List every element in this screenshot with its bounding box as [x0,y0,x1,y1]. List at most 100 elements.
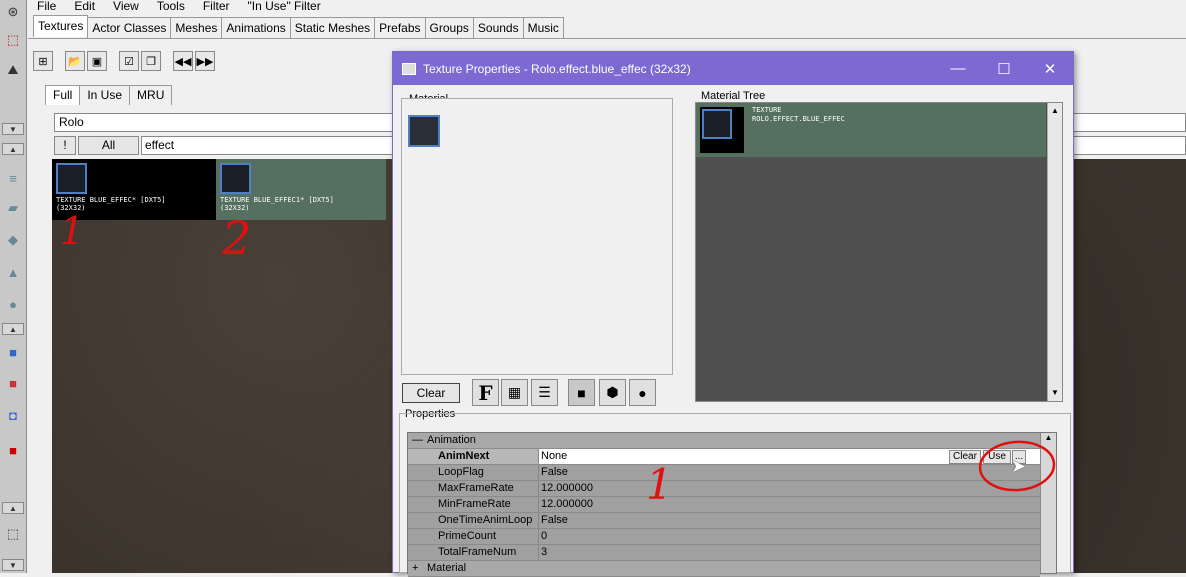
dialog-title: Texture Properties - Rolo.effect.blue_ef… [423,61,691,76]
sheet-icon[interactable]: ▰ [2,198,24,218]
menu-filter[interactable]: Filter [194,0,239,15]
menu-view[interactable]: View [104,0,148,15]
tree-node-type: TEXTURE [752,106,782,114]
property-row[interactable]: MinFrameRate 12.000000 [408,497,1040,513]
tab-divider [28,38,1186,39]
property-row[interactable]: LoopFlag False [408,465,1040,481]
select-tool-icon[interactable]: ⬚ [2,30,24,50]
duplicate-icon[interactable]: ❐ [141,51,161,71]
clear-button[interactable]: Clear [402,383,460,403]
annotation-2: 2 [222,211,252,265]
checker-icon[interactable]: ▦ [501,379,528,406]
properties-icon[interactable]: ☑ [119,51,139,71]
menu-in-use-filter[interactable]: "In Use" Filter [239,0,330,15]
plane-view-icon[interactable]: ■ [568,379,595,406]
scroll-down-icon[interactable]: ▼ [1048,385,1062,401]
expand-icon-3[interactable]: ▲ [2,502,24,514]
tab-sounds[interactable]: Sounds [472,17,524,38]
material-preview-panel [401,98,673,375]
expand-icon-2[interactable]: ▲ [2,323,24,335]
terrain-tool-icon[interactable]: ⛰ [2,60,24,80]
menu-edit[interactable]: Edit [65,0,104,15]
title-bar[interactable]: Texture Properties - Rolo.effect.blue_ef… [393,52,1073,85]
tab-actor-classes[interactable]: Actor Classes [87,17,172,38]
camera-icon[interactable]: ⬚ [2,524,24,544]
property-name: AnimNext [438,450,490,462]
property-value[interactable]: False [538,513,1040,528]
property-value[interactable]: 3 [538,545,1040,560]
texture-preview [220,163,251,194]
tab-full[interactable]: Full [45,85,81,105]
property-row[interactable]: TotalFrameNum 3 [408,545,1040,561]
plane-icon[interactable]: ◆ [2,230,24,250]
tree-node-name: ROLO.EFFECT.BLUE_EFFEC [752,115,845,123]
tab-mru[interactable]: MRU [129,85,173,105]
property-value[interactable]: 12.000000 [538,481,1040,496]
scroll-up-icon[interactable]: ▲ [1048,103,1062,119]
tab-prefabs[interactable]: Prefabs [374,17,426,38]
category-material[interactable]: + Material [408,561,1040,577]
save-icon[interactable]: ▣ [87,51,107,71]
annotation-3: 1 [646,460,673,509]
annotation-1: 1 [60,209,85,253]
tab-static-meshes[interactable]: Static Meshes [289,17,376,38]
prev-icon[interactable]: ◀◀ [173,51,193,71]
tab-meshes[interactable]: Meshes [170,17,223,38]
browser-tabs: Textures Actor Classes Meshes Animations… [33,15,564,38]
collapse-icon[interactable]: ▼ [2,123,24,135]
tab-groups[interactable]: Groups [424,17,474,38]
tab-music[interactable]: Music [522,17,564,38]
menu-file[interactable]: File [28,0,65,15]
collapse-icon-2[interactable]: ▼ [2,559,24,571]
property-row[interactable]: MaxFrameRate 12.000000 [408,481,1040,497]
all-button[interactable]: All [78,136,139,155]
stairs-icon[interactable]: ≡ [2,168,24,188]
sphere-icon[interactable]: ● [2,294,24,314]
expand-icon[interactable]: ▲ [2,143,24,155]
property-grid[interactable]: — Animation AnimNext None Clear Use ... … [407,432,1057,577]
static-mesh-icon[interactable]: ■ [2,440,24,460]
material-tree[interactable]: TEXTURE ROLO.EFFECT.BLUE_EFFEC ▲ ▼ [695,102,1063,402]
tree-icon[interactable]: ⊞ [33,51,53,71]
category-animation[interactable]: — Animation [408,433,1040,449]
property-value[interactable]: False [538,465,1040,480]
font-icon[interactable]: F [472,379,499,406]
menu-tools[interactable]: Tools [148,0,194,15]
tab-in-use[interactable]: In Use [79,85,131,105]
tree-node-thumb [700,107,744,153]
mover-icon[interactable]: ◘ [2,405,24,425]
next-icon[interactable]: ▶▶ [195,51,215,71]
tree-scrollbar[interactable]: ▲ ▼ [1047,103,1062,401]
cone-icon[interactable]: ▲ [2,262,24,282]
tree-node[interactable]: TEXTURE ROLO.EFFECT.BLUE_EFFEC [696,103,1046,157]
property-name: LoopFlag [438,466,484,478]
cube-view-icon[interactable]: ⬢ [599,379,626,406]
property-row[interactable]: OneTimeAnimLoop False [408,513,1040,529]
property-value[interactable]: 12.000000 [538,497,1040,512]
close-icon[interactable]: ✕ [1027,60,1073,78]
browser-toolbar: ⊞ 📂 ▣ ☑ ❐ ◀◀ ▶▶ [33,51,215,73]
expand-icon[interactable]: + [412,561,418,576]
collapse-icon[interactable]: — [412,433,423,448]
layers-icon[interactable]: ☰ [531,379,558,406]
thumb-label: TEXTURE BLUE_EFFEC1* [DXT5] [220,196,334,204]
property-row[interactable]: PrimeCount 0 [408,529,1040,545]
texture-properties-dialog: Texture Properties - Rolo.effect.blue_ef… [392,51,1074,577]
add-brush-icon[interactable]: ■ [2,342,24,362]
mouse-cursor-icon: ➤ [1011,456,1027,476]
property-value[interactable]: 0 [538,529,1040,544]
menu-bar: File Edit View Tools Filter "In Use" Fil… [28,0,1186,15]
property-name: TotalFrameNum [438,546,517,558]
open-icon[interactable]: 📂 [65,51,85,71]
maximize-icon[interactable]: ☐ [981,60,1027,78]
property-name: MinFrameRate [438,498,511,510]
minimize-icon[interactable]: — [935,60,981,77]
left-toolbar: ⊛ ⬚ ⛰ ▼ ▲ ≡ ▰ ◆ ▲ ● ▲ ■ ■ ◘ ■ ▲ ⬚ ▼ [0,0,27,573]
property-row[interactable]: AnimNext None Clear Use ... [408,449,1040,465]
sphere-view-icon[interactable]: ● [629,379,656,406]
tab-textures[interactable]: Textures [33,15,89,37]
tab-animations[interactable]: Animations [221,17,291,38]
exclude-button[interactable]: ! [54,136,76,155]
subtract-brush-icon[interactable]: ■ [2,373,24,393]
property-name: MaxFrameRate [438,482,514,494]
